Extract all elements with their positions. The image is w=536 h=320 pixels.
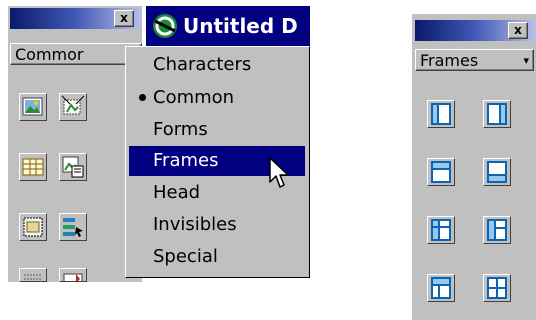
document-window-title: Untitled D xyxy=(183,14,298,38)
objects-panel: x Commor ▾ xyxy=(8,6,142,282)
frame-top-left-icon xyxy=(431,277,451,299)
objects-panel-close-button[interactable]: x xyxy=(114,10,134,27)
frame-bottom-icon xyxy=(487,161,507,183)
frames-category-select-value: Frames xyxy=(420,51,479,70)
right-frame-button[interactable] xyxy=(483,100,511,128)
insert-navigation-bar-button[interactable] xyxy=(59,213,87,241)
menu-item-common-label: Common xyxy=(153,87,235,108)
left-top-nested-frame-button[interactable] xyxy=(483,216,511,244)
category-select-value: Commor xyxy=(15,45,84,64)
chevron-down-icon: ▾ xyxy=(523,54,529,67)
insert-horizontal-rule-button[interactable] xyxy=(19,268,47,282)
table-icon xyxy=(22,158,44,176)
menu-item-forms[interactable]: Forms xyxy=(129,115,305,145)
navigation-bar-icon xyxy=(63,218,83,237)
image-icon xyxy=(22,97,43,116)
top-left-frame-button[interactable] xyxy=(427,274,455,302)
menu-item-characters[interactable]: Characters xyxy=(129,50,305,80)
insert-email-link-button[interactable] xyxy=(59,268,87,282)
left-top-frame-button[interactable] xyxy=(427,216,455,244)
frames-panel: x Frames ▾ xyxy=(412,14,536,320)
frame-left-icon xyxy=(431,103,451,125)
dreamweaver-app-icon xyxy=(153,14,177,38)
frame-left-top-nested-icon xyxy=(487,219,507,241)
menu-item-special[interactable]: Special xyxy=(129,242,305,272)
insert-rollover-image-button[interactable] xyxy=(59,93,87,121)
radio-check-icon xyxy=(139,94,146,101)
split-frame-button[interactable] xyxy=(483,274,511,302)
document-window-titlebar[interactable]: Untitled D xyxy=(146,6,310,46)
layer-image-icon xyxy=(62,156,84,178)
top-frame-button[interactable] xyxy=(427,158,455,186)
menu-item-invisibles[interactable]: Invisibles xyxy=(129,210,305,240)
bottom-frame-button[interactable] xyxy=(483,158,511,186)
rollover-image-icon xyxy=(61,95,85,115)
email-link-icon xyxy=(63,273,83,281)
frame-split-icon xyxy=(487,277,507,299)
horizontal-rule-icon xyxy=(24,274,42,280)
frames-panel-close-button[interactable]: x xyxy=(508,22,528,39)
frames-category-select[interactable]: Frames ▾ xyxy=(415,49,534,71)
insert-table-button[interactable] xyxy=(19,153,47,181)
insert-image-button[interactable] xyxy=(19,93,47,121)
draw-layer-button[interactable] xyxy=(19,213,47,241)
menu-item-common[interactable]: Common xyxy=(129,83,305,113)
insert-tracing-image-button[interactable] xyxy=(59,153,87,181)
category-select[interactable]: Commor ▾ xyxy=(10,43,142,65)
frame-left-top-icon xyxy=(431,219,451,241)
frame-right-icon xyxy=(487,103,507,125)
mouse-cursor-icon xyxy=(269,157,289,188)
frame-top-icon xyxy=(431,161,451,183)
layer-icon xyxy=(23,217,43,237)
left-frame-button[interactable] xyxy=(427,100,455,128)
